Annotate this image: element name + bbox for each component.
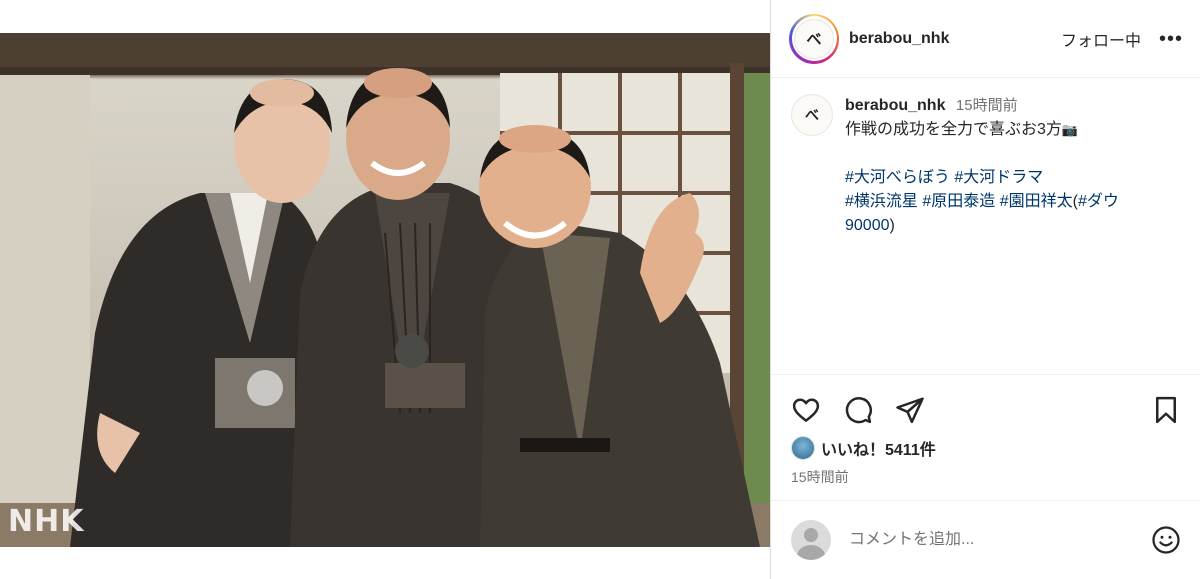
likes-count[interactable]: いいね！5411件 (821, 436, 936, 460)
caption-text: 作戦の成功を全力で喜ぶお3方📷 (845, 118, 1175, 142)
more-options-icon[interactable]: ••• (1159, 29, 1183, 49)
post-caption: べ berabou_nhk 15時間前 作戦の成功を全力で喜ぶお3方📷 #大河べ… (771, 78, 1200, 374)
hashtag-link[interactable]: #大河ドラマ (954, 169, 1043, 186)
heart-icon[interactable] (791, 395, 821, 425)
caption-time: 15時間前 (955, 97, 1018, 114)
photo-illustration (0, 33, 770, 547)
caption-message: 作戦の成功を全力で喜ぶお3方 (845, 121, 1062, 138)
hashtag-link-cont[interactable]: 90000 (845, 217, 890, 234)
post-header: べ berabou_nhk フォロー中 ••• (771, 0, 1200, 78)
emoji-icon[interactable] (1151, 525, 1181, 555)
post-info-pane: べ berabou_nhk フォロー中 ••• べ berabou_nhk 15… (770, 0, 1200, 579)
hashtag-link[interactable]: #ダウ (1078, 193, 1119, 210)
caption-avatar[interactable]: べ (791, 94, 833, 136)
profile-avatar[interactable]: べ (789, 13, 839, 64)
post-photo[interactable]: NHK (0, 33, 770, 547)
camera-icon: 📷 (1061, 122, 1079, 137)
post-timestamp: 15時間前 (791, 469, 849, 485)
user-avatar (791, 520, 831, 560)
comment-input[interactable] (849, 531, 1119, 549)
following-button[interactable]: フォロー中 (1061, 27, 1141, 51)
header-username[interactable]: berabou_nhk (849, 30, 949, 48)
paren-close: ) (889, 217, 895, 234)
hashtag-link[interactable]: #大河べらぼう (845, 169, 950, 186)
hashtags: #大河べらぼう #大河ドラマ #横浜流星 #原田泰造 #園田祥太(#ダウ 900… (845, 166, 1175, 238)
bookmark-icon[interactable] (1151, 395, 1181, 425)
caption-body: berabou_nhk 15時間前 作戦の成功を全力で喜ぶお3方📷 #大河べらぼ… (845, 94, 1175, 374)
caption-username[interactable]: berabou_nhk (845, 97, 945, 114)
likes-row[interactable]: いいね！5411件 (791, 436, 936, 460)
paper-plane-icon[interactable] (895, 395, 925, 425)
comment-icon[interactable] (843, 395, 873, 425)
post-actions: いいね！5411件 15時間前 (771, 374, 1200, 500)
comment-box (771, 500, 1200, 579)
avatar-inner: べ (791, 16, 837, 61)
hashtag-link[interactable]: #園田祥太 (1000, 193, 1073, 210)
post-media-pane: NHK (0, 0, 770, 579)
hashtag-link[interactable]: #原田泰造 (922, 193, 995, 210)
nhk-watermark: NHK (8, 504, 85, 539)
liker-avatar (791, 436, 815, 460)
avatar-logo: べ (794, 18, 834, 59)
hashtag-link[interactable]: #横浜流星 (845, 193, 918, 210)
action-buttons (791, 395, 1181, 425)
